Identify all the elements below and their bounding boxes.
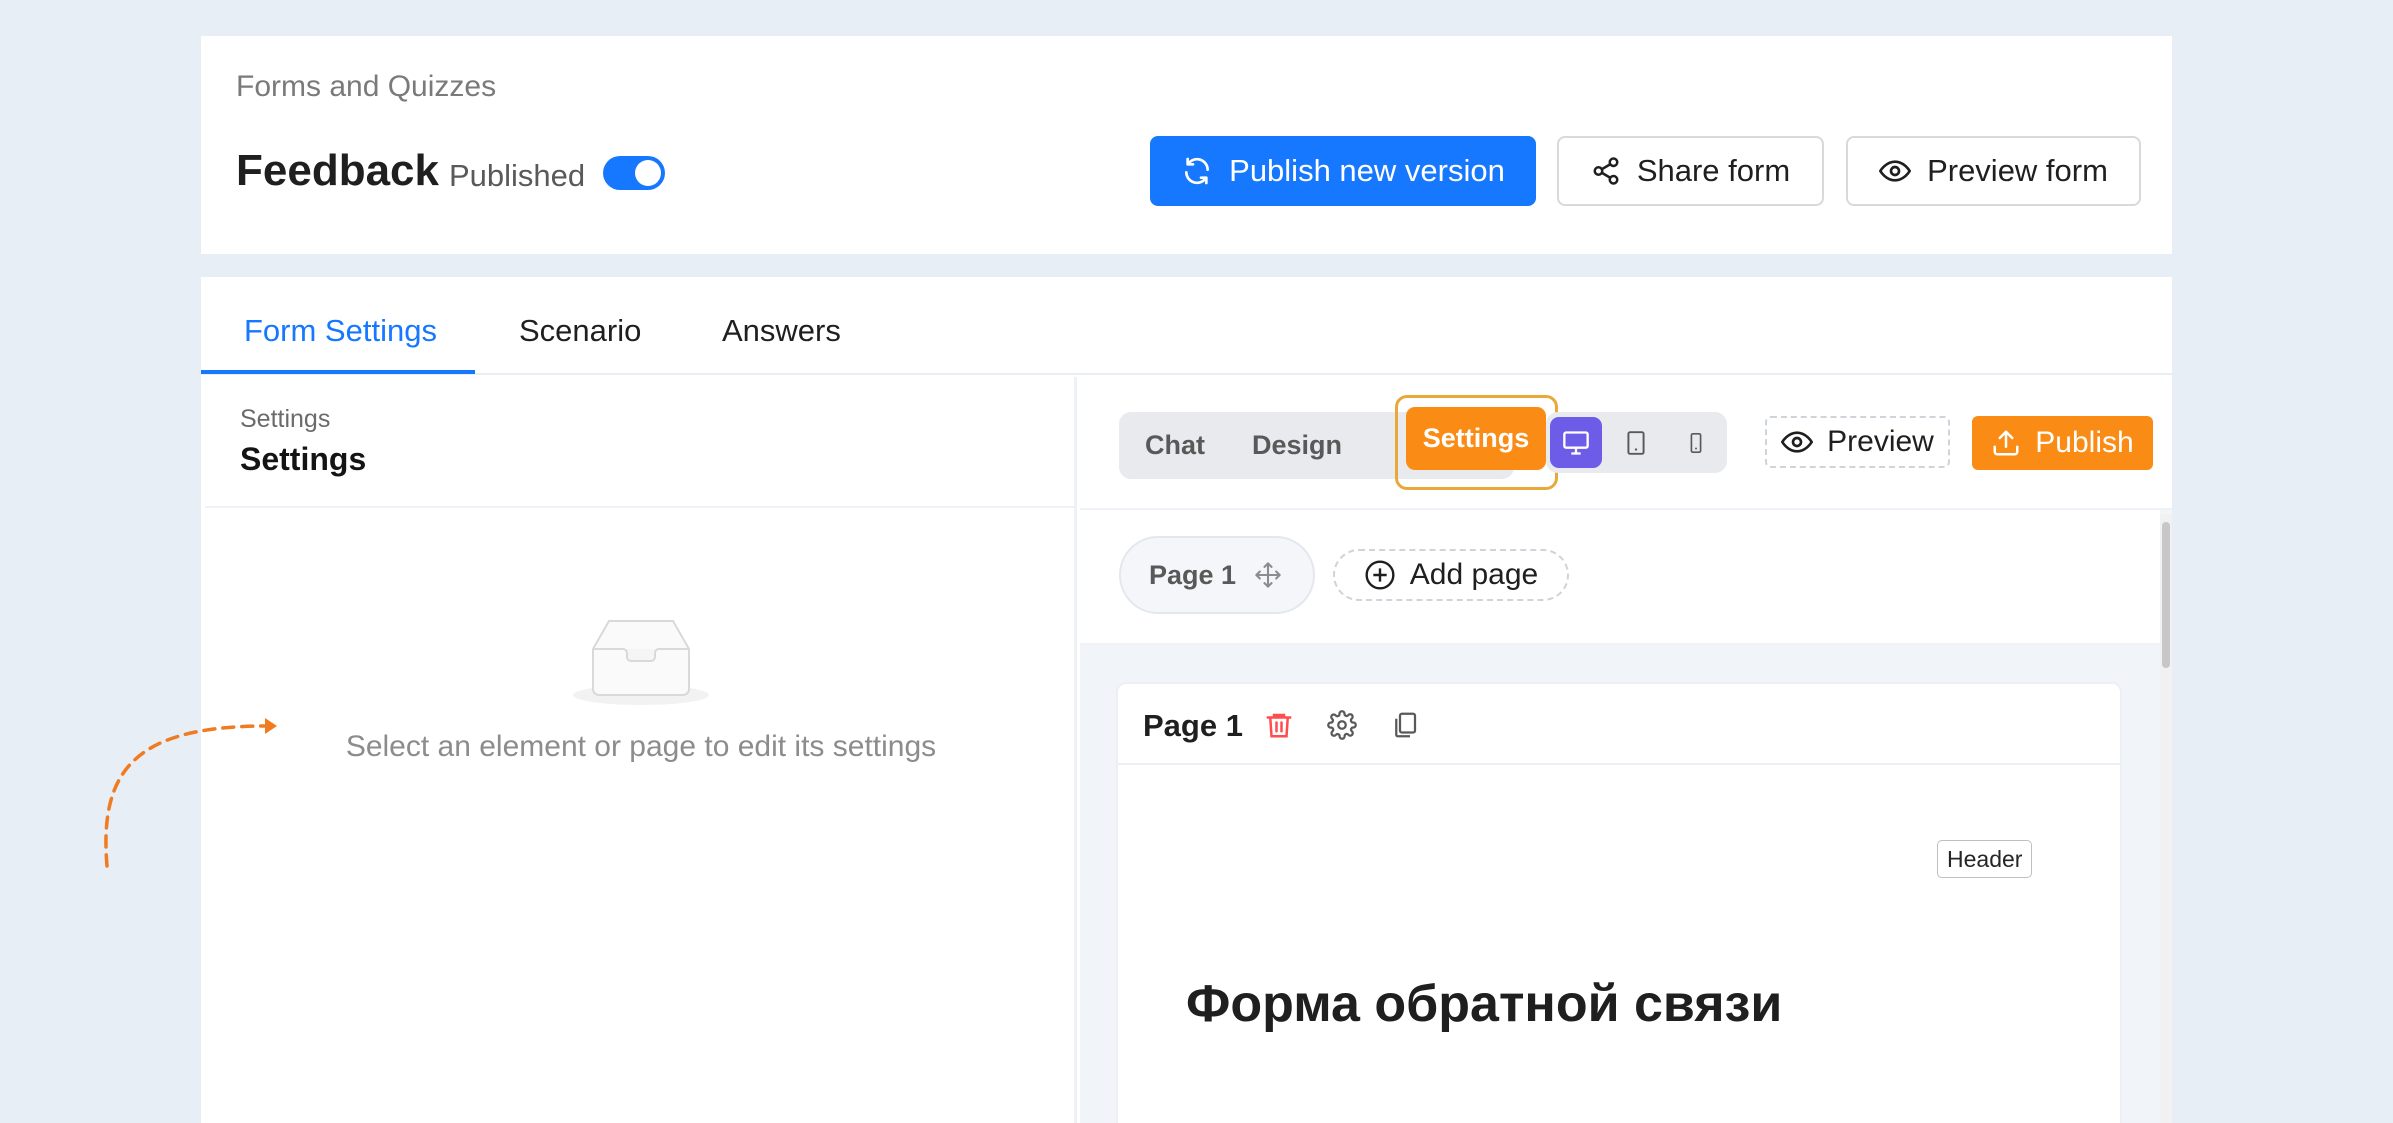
settings-panel: Settings Settings Select an element or p… xyxy=(205,377,1077,1123)
status-label: Published xyxy=(449,158,586,193)
mobile-icon[interactable] xyxy=(1670,417,1722,468)
tab-form-settings[interactable]: Form Settings xyxy=(244,313,437,349)
add-page-button[interactable]: Add page xyxy=(1333,549,1569,601)
scrollbar[interactable] xyxy=(2160,514,2172,1123)
form-heading[interactable]: Форма обратной связи xyxy=(1186,974,1782,1034)
gear-icon[interactable] xyxy=(1327,710,1357,740)
trash-icon[interactable] xyxy=(1264,710,1294,740)
share-form-button[interactable]: Share form xyxy=(1557,136,1824,206)
plus-circle-icon xyxy=(1364,559,1396,591)
page-card-header: Page 1 xyxy=(1118,684,2120,765)
preview-form-button[interactable]: Preview form xyxy=(1846,136,2141,206)
preview-button[interactable]: Preview xyxy=(1765,416,1950,468)
header-card: Forms and Quizzes Feedback Published Pub… xyxy=(201,36,2172,254)
breadcrumb[interactable]: Forms and Quizzes xyxy=(236,70,496,104)
editor-panel: Chat Design Settings Preview Publish Pag… xyxy=(1080,377,2172,1123)
mode-settings-highlight: Settings xyxy=(1395,395,1558,490)
empty-state-message: Select an element or page to edit its se… xyxy=(345,730,937,763)
tablet-icon[interactable] xyxy=(1610,417,1662,468)
form-title: Feedback xyxy=(236,146,439,195)
publish-new-version-label: Publish new version xyxy=(1229,153,1505,188)
active-tab-indicator xyxy=(201,370,475,374)
main-card: Form Settings Scenario Answers Settings … xyxy=(201,277,2172,1123)
publish-button[interactable]: Publish xyxy=(1972,416,2153,470)
device-switcher xyxy=(1546,412,1727,473)
drag-move-icon[interactable] xyxy=(1254,561,1282,589)
editor-toolbar: Chat Design Settings Preview Publish xyxy=(1080,377,2172,510)
eye-icon xyxy=(1781,426,1814,458)
mode-settings[interactable]: Settings xyxy=(1406,407,1546,470)
pages-bar: Page 1 Add page xyxy=(1080,510,2160,645)
preview-form-label: Preview form xyxy=(1927,153,2108,188)
scrollbar-thumb[interactable] xyxy=(2162,522,2170,668)
share-form-label: Share form xyxy=(1636,153,1791,188)
pointer-arrow-icon xyxy=(95,710,285,870)
publish-label: Publish xyxy=(2035,426,2134,459)
share-icon xyxy=(1591,156,1621,186)
tab-answers[interactable]: Answers xyxy=(722,313,841,349)
preview-label: Preview xyxy=(1827,425,1934,458)
settings-title: Settings xyxy=(240,441,367,477)
tab-bar: Form Settings Scenario Answers xyxy=(201,277,2172,375)
page-chip[interactable]: Page 1 xyxy=(1119,536,1315,614)
mode-design[interactable]: Design xyxy=(1252,412,1342,479)
toggle-knob xyxy=(635,160,661,186)
mode-switcher: Chat Design Settings xyxy=(1119,395,1558,490)
tab-scenario[interactable]: Scenario xyxy=(519,313,641,349)
copy-icon[interactable] xyxy=(1390,710,1420,740)
page-card-title: Page 1 xyxy=(1143,708,1243,743)
add-page-label: Add page xyxy=(1409,558,1539,591)
block-type-tag: Header xyxy=(1937,840,2033,878)
settings-panel-header: Settings Settings xyxy=(205,377,1074,508)
mode-chat[interactable]: Chat xyxy=(1145,412,1205,479)
page-chip-label: Page 1 xyxy=(1149,559,1237,590)
eye-icon xyxy=(1879,155,1912,187)
published-toggle[interactable] xyxy=(603,156,665,190)
upload-icon xyxy=(1991,428,2021,458)
page-card: Page 1 Header Форма обратной связи xyxy=(1116,682,2122,1123)
publish-new-version-button[interactable]: Publish new version xyxy=(1150,136,1536,206)
desktop-icon[interactable] xyxy=(1550,417,1602,468)
refresh-icon xyxy=(1181,155,1213,187)
inbox-icon xyxy=(571,615,711,707)
settings-breadcrumb: Settings xyxy=(240,405,331,433)
